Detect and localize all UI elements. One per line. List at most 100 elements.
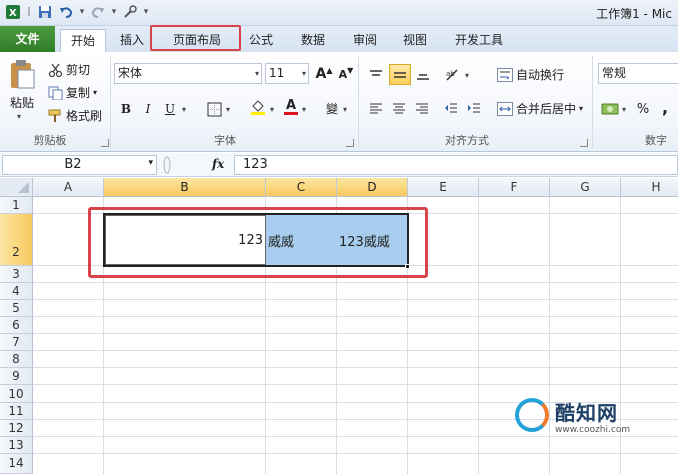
row-header-7[interactable]: 7 <box>0 334 33 351</box>
underline-dropdown-icon[interactable]: ▾ <box>182 105 186 114</box>
align-center-icon <box>393 103 405 114</box>
clipboard-launcher-icon[interactable] <box>101 139 109 147</box>
number-format-select[interactable]: 常规 <box>598 63 678 84</box>
row-header-11[interactable]: 11 <box>0 403 33 420</box>
row-header-8[interactable]: 8 <box>0 351 33 368</box>
row-header-1[interactable]: 1 <box>0 197 33 214</box>
row-header-5[interactable]: 5 <box>0 300 33 317</box>
font-color-button[interactable]: A <box>281 97 301 117</box>
decrease-indent-button[interactable] <box>441 99 461 119</box>
tab-file[interactable]: 文件 <box>0 26 55 52</box>
wrap-text-icon <box>497 67 513 82</box>
row-header-3[interactable]: 3 <box>0 266 33 283</box>
select-all-corner[interactable] <box>0 178 33 197</box>
row-header-2[interactable]: 2 <box>0 214 33 266</box>
column-header-b[interactable]: B <box>104 178 266 197</box>
formula-bar-splitter-icon[interactable] <box>160 155 174 175</box>
qat-customize-dropdown-icon[interactable]: ▾ <box>142 7 150 17</box>
tab-formulas[interactable]: 公式 <box>242 29 280 52</box>
undo-icon[interactable] <box>57 3 75 21</box>
insert-function-icon[interactable]: fx <box>212 157 224 171</box>
column-header-e[interactable]: E <box>408 178 479 197</box>
column-header-f[interactable]: F <box>479 178 550 197</box>
orientation-dropdown-icon[interactable]: ▾ <box>465 71 469 80</box>
name-box-dropdown-icon[interactable]: ▾ <box>148 158 153 168</box>
align-middle-button[interactable] <box>389 64 411 85</box>
align-top-button[interactable] <box>366 65 386 85</box>
tab-developer[interactable]: 开发工具 <box>448 29 510 52</box>
fill-bucket-icon <box>251 100 265 115</box>
column-header-a[interactable]: A <box>33 178 104 197</box>
copy-button[interactable]: 复制 ▾ <box>48 84 97 101</box>
excel-app-icon[interactable]: X <box>4 3 22 21</box>
percent-button[interactable]: % <box>633 99 653 119</box>
format-painter-button[interactable]: 格式刷 <box>48 107 102 124</box>
column-header-g[interactable]: G <box>550 178 621 197</box>
fill-color-dropdown-icon[interactable]: ▾ <box>270 105 274 114</box>
font-name-dropdown-icon: ▾ <box>254 69 259 78</box>
tab-home[interactable]: 开始 <box>60 29 106 52</box>
fill-color-button[interactable] <box>248 97 268 117</box>
font-size-select[interactable]: 11 ▾ <box>265 63 309 84</box>
redo-dropdown-icon[interactable]: ▾ <box>110 7 118 17</box>
row-header-12[interactable]: 12 <box>0 420 33 437</box>
scissors-icon <box>48 63 63 77</box>
column-header-h[interactable]: H <box>621 178 678 197</box>
paste-label[interactable]: 粘贴 <box>10 94 34 111</box>
paste-icon <box>11 60 35 89</box>
row-header-13[interactable]: 13 <box>0 437 33 454</box>
borders-button[interactable] <box>204 99 224 119</box>
shrink-font-button[interactable]: A ▼ <box>336 64 356 84</box>
alignment-launcher-icon[interactable] <box>580 139 588 147</box>
row-header-14[interactable]: 14 <box>0 454 33 474</box>
accounting-dropdown-icon[interactable]: ▾ <box>622 105 626 114</box>
align-bottom-icon <box>417 74 429 80</box>
font-name-select[interactable]: 宋体 ▾ <box>114 63 262 84</box>
bold-button[interactable]: B <box>116 99 136 119</box>
font-launcher-icon[interactable] <box>346 139 354 147</box>
merge-dropdown-icon[interactable]: ▾ <box>579 104 583 113</box>
tab-data[interactable]: 数据 <box>294 29 332 52</box>
wrap-text-button[interactable]: 自动换行 <box>497 66 564 83</box>
merge-center-button[interactable]: 合并后居中 ▾ <box>497 100 583 117</box>
comma-style-button[interactable]: , <box>655 97 675 117</box>
copy-dropdown-icon[interactable]: ▾ <box>93 88 97 97</box>
phonetic-dropdown-icon[interactable]: ▾ <box>343 105 347 114</box>
borders-dropdown-icon[interactable]: ▾ <box>226 105 230 114</box>
increase-indent-button[interactable] <box>464 99 484 119</box>
italic-button[interactable]: I <box>138 99 158 119</box>
align-bottom-button[interactable] <box>413 65 433 85</box>
grow-font-button[interactable]: A ▲ <box>314 64 334 84</box>
name-box[interactable]: B2 ▾ <box>2 155 157 175</box>
row-header-6[interactable]: 6 <box>0 317 33 334</box>
gridline <box>33 333 678 334</box>
merge-center-label: 合并后居中 <box>516 102 577 116</box>
customize-tool-icon[interactable] <box>121 3 139 21</box>
orientation-button[interactable]: ab <box>443 65 463 85</box>
font-color-dropdown-icon[interactable]: ▾ <box>302 105 306 114</box>
tab-insert[interactable]: 插入 <box>110 29 154 52</box>
accounting-format-button[interactable] <box>600 99 620 119</box>
column-header-d[interactable]: D <box>337 178 408 197</box>
undo-dropdown-icon[interactable]: ▾ <box>78 7 86 17</box>
paste-button[interactable] <box>8 58 36 90</box>
row-header-4[interactable]: 4 <box>0 283 33 300</box>
underline-button[interactable]: U <box>160 99 180 119</box>
row-header-9[interactable]: 9 <box>0 368 33 385</box>
tab-view[interactable]: 视图 <box>396 29 434 52</box>
text-orientation-icon: ab <box>446 69 458 81</box>
redo-icon[interactable] <box>89 3 107 21</box>
save-icon[interactable] <box>36 3 54 21</box>
paste-dropdown-icon[interactable]: ▾ <box>17 112 21 121</box>
phonetic-icon: 變 <box>325 101 338 116</box>
align-left-button[interactable] <box>366 99 386 119</box>
gridline <box>33 453 678 454</box>
cut-button[interactable]: 剪切 <box>48 61 90 78</box>
column-header-c[interactable]: C <box>266 178 337 197</box>
align-center-button[interactable] <box>389 99 409 119</box>
align-right-button[interactable] <box>412 99 432 119</box>
formula-input[interactable]: 123 <box>234 155 678 175</box>
phonetic-guide-button[interactable]: 變 <box>322 98 342 118</box>
tab-review[interactable]: 审阅 <box>346 29 384 52</box>
row-header-10[interactable]: 10 <box>0 385 33 403</box>
